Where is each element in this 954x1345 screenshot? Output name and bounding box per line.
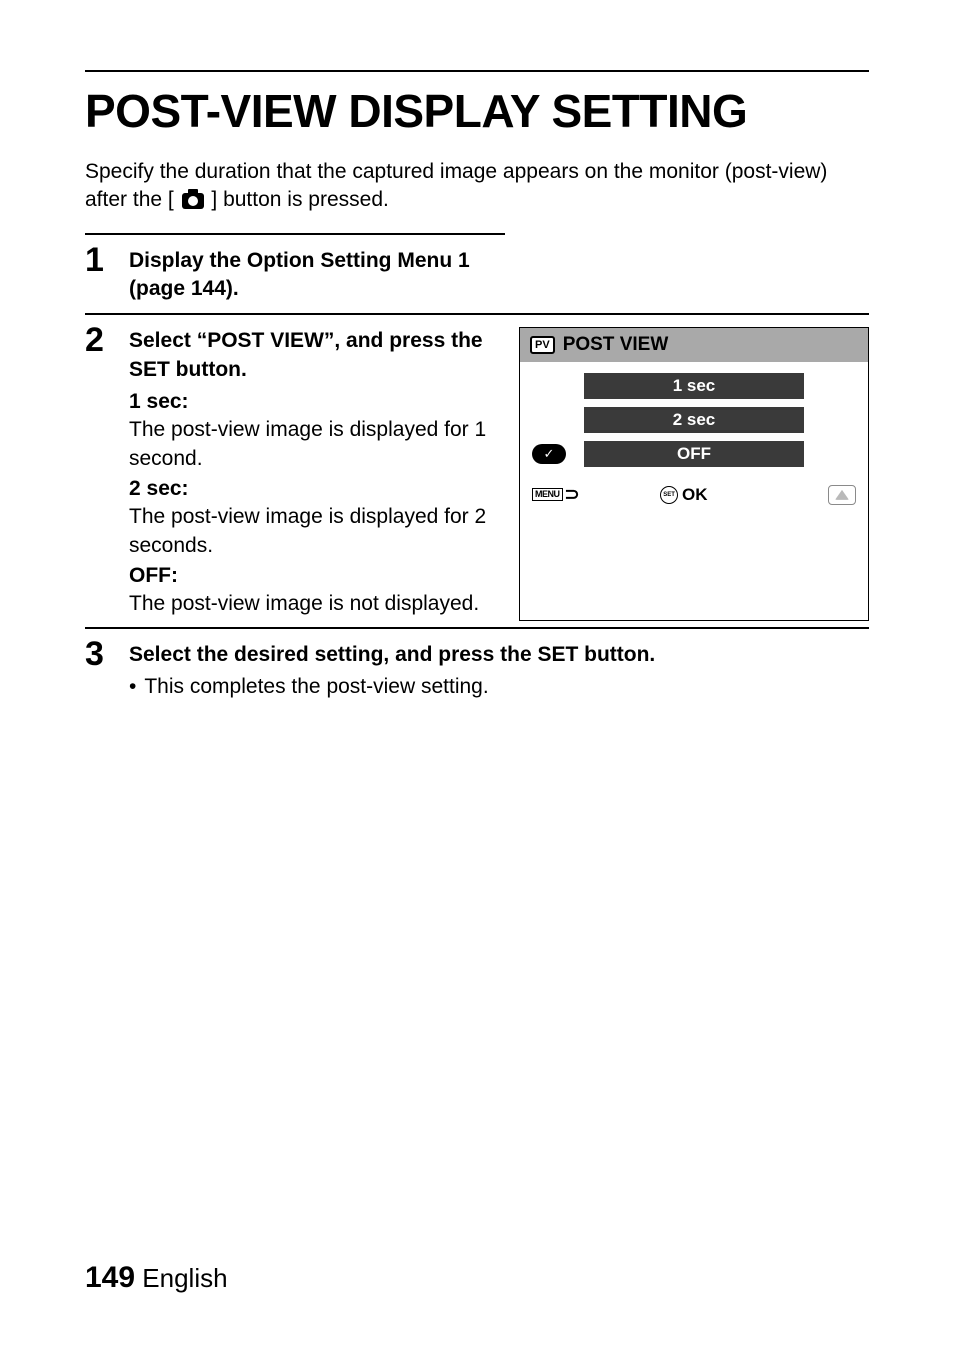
step-2: 2 Select “POST VIEW”, and press the SET … [85,313,869,620]
option-label: 2 sec: [129,475,489,503]
lcd-footer: MENU ⊃ SET OK [520,478,868,513]
step-3-bullet: • This completes the post-view setting. [129,673,869,701]
lcd-row[interactable]: ✓ OFF [532,440,856,468]
step-3-instruction: Select the desired setting, and press th… [129,641,869,669]
lcd-title-bar: PV POST VIEW [520,328,868,362]
option-desc: The post-view image is displayed for 2 s… [129,503,489,560]
lcd-row[interactable]: 1 sec [532,372,856,400]
page-number: 149 [85,1261,135,1294]
ok-text: OK [682,485,708,505]
lcd-footer-ok[interactable]: SET OK [660,485,708,505]
bullet-marker: • [129,673,136,701]
step-number: 2 [85,323,111,620]
menu-icon: MENU [532,488,563,501]
lcd-check: ✓ [532,444,570,464]
lcd-title-text: POST VIEW [563,334,669,356]
return-arrow-icon: ⊃ [565,484,580,505]
page-language: English [142,1263,227,1293]
pv-icon: PV [530,336,555,354]
page-footer: 149 English [85,1261,228,1295]
battery-icon [828,485,856,505]
lcd-row-label: 1 sec [570,373,818,399]
camera-icon [182,193,204,209]
option-label: 1 sec: [129,388,489,416]
bullet-text: This completes the post-view setting. [144,673,488,701]
check-icon: ✓ [532,444,566,464]
step-1-instruction: Display the Option Setting Menu 1 (page … [129,247,505,304]
lcd-row-text: 2 sec [584,407,804,433]
step-3: 3 Select the desired setting, and press … [85,627,869,702]
lcd-row-label: 2 sec [570,407,818,433]
page-title: POST-VIEW DISPLAY SETTING [85,84,869,138]
lcd-panel: PV POST VIEW 1 sec 2 sec [519,327,869,620]
intro-text: Specify the duration that the captured i… [85,158,869,215]
step-number: 1 [85,243,111,308]
step-number: 3 [85,637,111,702]
lcd-body: 1 sec 2 sec ✓ OFF [520,362,868,478]
lcd-row-text: 1 sec [584,373,804,399]
intro-after: ] button is pressed. [211,188,388,211]
step-2-instruction: Select “POST VIEW”, and press the SET bu… [129,327,489,384]
lcd-row[interactable]: 2 sec [532,406,856,434]
lcd-row-text: OFF [584,441,804,467]
option-desc: The post-view image is displayed for 1 s… [129,416,489,473]
lcd-row-label: OFF [570,441,818,467]
lcd-footer-menu[interactable]: MENU ⊃ [532,484,580,505]
option-label: OFF: [129,562,489,590]
top-rule [85,70,869,72]
set-icon: SET [660,486,678,504]
step-1: 1 Display the Option Setting Menu 1 (pag… [85,233,505,308]
option-desc: The post-view image is not displayed. [129,590,489,618]
